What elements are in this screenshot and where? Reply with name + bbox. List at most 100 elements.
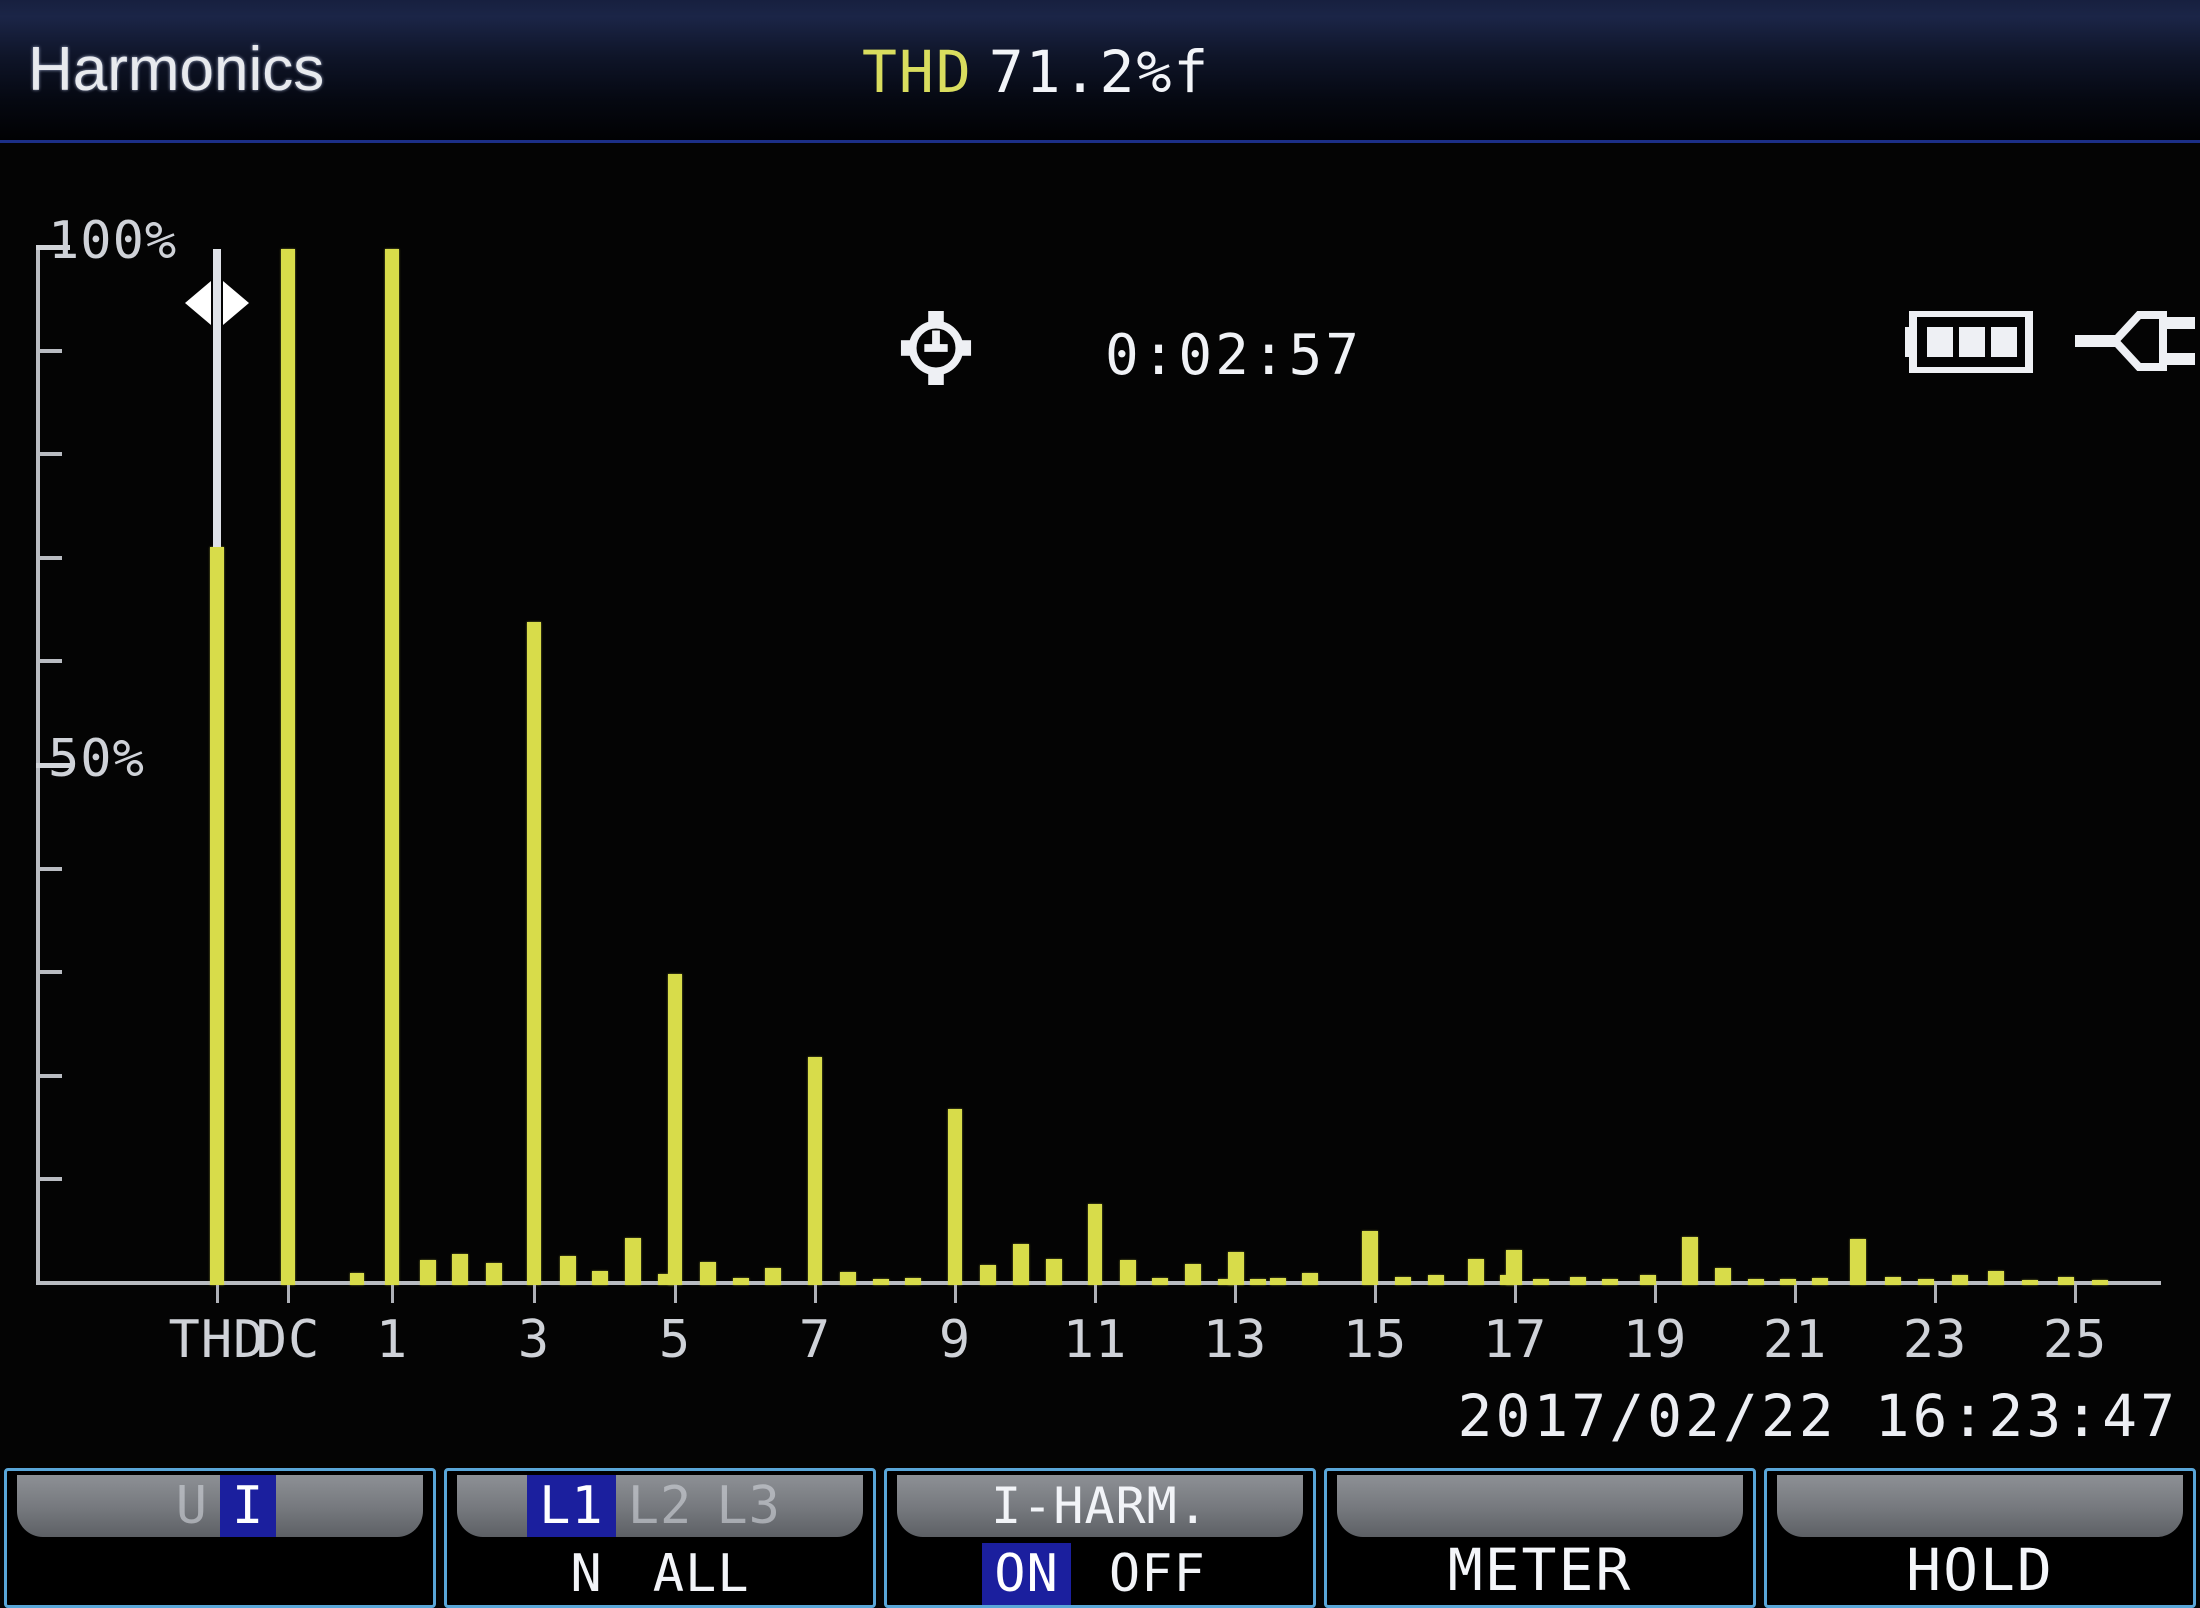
x-tick-23 [1934,1285,1937,1303]
x-axis-label-5: 5 [658,1310,692,1370]
harmonics-chart: 50% 100% THD DC 1 3 5 7 9 11 13 15 17 19 21 23 25 [0,211,2200,1370]
x-axis-label-21: 21 [1762,1310,1828,1370]
bar-8 [873,1278,889,1285]
bar-6 [733,1277,749,1285]
bar-11 [1088,1204,1102,1285]
cursor-arrows-icon[interactable] [175,275,259,335]
x-axis-label-25: 25 [2042,1310,2108,1370]
bar-9 [948,1108,962,1285]
bar-1.5 [350,1272,364,1285]
bar-11b [1120,1260,1136,1285]
softkey-uicapture-option-i[interactable]: I [220,1475,277,1537]
bar-30 [1850,1239,1866,1285]
bar-1 [385,249,399,1285]
bar-series [0,245,2200,1285]
thd-readout: THD 71.2%f [862,38,1210,106]
x-tick-15 [1374,1285,1377,1303]
softkey-i-harm-options: ON OFF [887,1541,1313,1605]
softkey-phase-select-option-n[interactable]: N [558,1543,614,1605]
softkey-hold-cap [1777,1475,2183,1537]
title-bar: Harmonics THD 71.2%f [0,0,2200,143]
x-tick-7 [814,1285,817,1303]
bar-3 [527,621,541,1285]
bar-21 [1506,1249,1522,1285]
x-tick-DC [287,1285,290,1303]
bar-4b [625,1238,641,1285]
bar-35 [2022,1279,2038,1285]
bar-10 [1013,1243,1029,1285]
datetime-readout: 2017/02/22 16:23:47 [1457,1382,2178,1450]
bar-32 [1918,1278,1934,1285]
bar-36 [2058,1276,2074,1285]
softkey-hold[interactable]: HOLD [1764,1468,2196,1608]
thd-value: 71.2%f [988,38,1211,106]
x-tick-5 [674,1285,677,1303]
softkey-i-harm[interactable]: I-HARM. ON OFF [884,1468,1316,1608]
softkey-bar: U I L1 L2 L3 N ALL I-HARM. ON OFF METER HOLD [0,1468,2200,1608]
softkey-meter-cap [1337,1475,1743,1537]
bar-DC [281,249,295,1285]
x-tick-1 [391,1285,394,1303]
bar-17 [1395,1276,1411,1285]
bar-2 [420,1260,436,1285]
bar-17b [1428,1274,1444,1285]
bar-18 [1468,1259,1484,1285]
bar-16 [1362,1231,1378,1285]
softkey-meter[interactable]: METER [1324,1468,1756,1608]
bar-33 [1952,1274,1968,1285]
x-axis-label-23: 23 [1902,1310,1968,1370]
bar-6b [765,1268,781,1285]
bar-3b [560,1256,576,1285]
x-tick-17 [1514,1285,1517,1303]
softkey-i-harm-option-off[interactable]: OFF [1097,1543,1218,1605]
bar-22 [1570,1276,1586,1285]
bar-31 [1885,1276,1901,1285]
bar-26 [1715,1268,1731,1285]
softkey-i-harm-caption: I-HARM. [991,1477,1209,1535]
bar-14 [1228,1251,1244,1285]
bar-10b [1046,1259,1062,1285]
softkey-phase-select[interactable]: L1 L2 L3 N ALL [444,1468,876,1608]
bar-12 [1152,1277,1168,1285]
x-tick-21 [1794,1285,1797,1303]
x-axis-label-7: 7 [798,1310,832,1370]
softkey-phase-select-option-l1[interactable]: L1 [527,1475,616,1537]
x-tick-13 [1234,1285,1237,1303]
bar-13b [1250,1278,1266,1285]
x-axis-label-3: 3 [517,1310,551,1370]
x-axis-label-11: 11 [1062,1310,1128,1370]
bar-15 [1270,1277,1286,1285]
softkey-phase-select-options: N ALL [447,1541,873,1605]
x-tick-THD [216,1285,219,1303]
thd-label: THD [862,38,973,106]
bar-5 [668,974,682,1285]
softkey-i-harm-option-on[interactable]: ON [982,1543,1071,1605]
bar-24 [1640,1274,1656,1285]
bar-2c [486,1263,502,1285]
bar-34 [1988,1270,2004,1285]
x-tick-9 [954,1285,957,1303]
softkey-phase-select-cap: L1 L2 L3 [457,1475,863,1537]
x-axis-label-13: 13 [1202,1310,1268,1370]
bar-7 [808,1057,822,1285]
x-axis-label-19: 19 [1622,1310,1688,1370]
bar-8b [905,1277,921,1285]
x-axis-label-17: 17 [1482,1310,1548,1370]
bar-9b [980,1265,996,1285]
x-axis-label-DC: DC [255,1310,321,1370]
x-axis-label-9: 9 [938,1310,972,1370]
softkey-uicapture[interactable]: UI [4,1468,436,1608]
x-axis-label-THD: THD [168,1310,266,1370]
softkey-phase-select-option-all[interactable]: ALL [641,1543,762,1605]
bar-2b [452,1253,468,1285]
softkey-uicapture-option-u[interactable]: U [164,1475,220,1537]
x-tick-11 [1094,1285,1097,1303]
x-axis-label-1: 1 [375,1310,409,1370]
softkey-phase-select-option-l2[interactable]: L2 [616,1475,705,1537]
softkey-hold-label: HOLD [1906,1536,2054,1604]
instrument-screen: Harmonics THD 71.2%f 0:02:57 50% 100% TH… [0,0,2200,1608]
softkey-phase-select-option-l3[interactable]: L3 [704,1475,793,1537]
x-tick-25 [2074,1285,2077,1303]
page-title: Harmonics [28,35,325,104]
bar-12b [1185,1264,1201,1285]
